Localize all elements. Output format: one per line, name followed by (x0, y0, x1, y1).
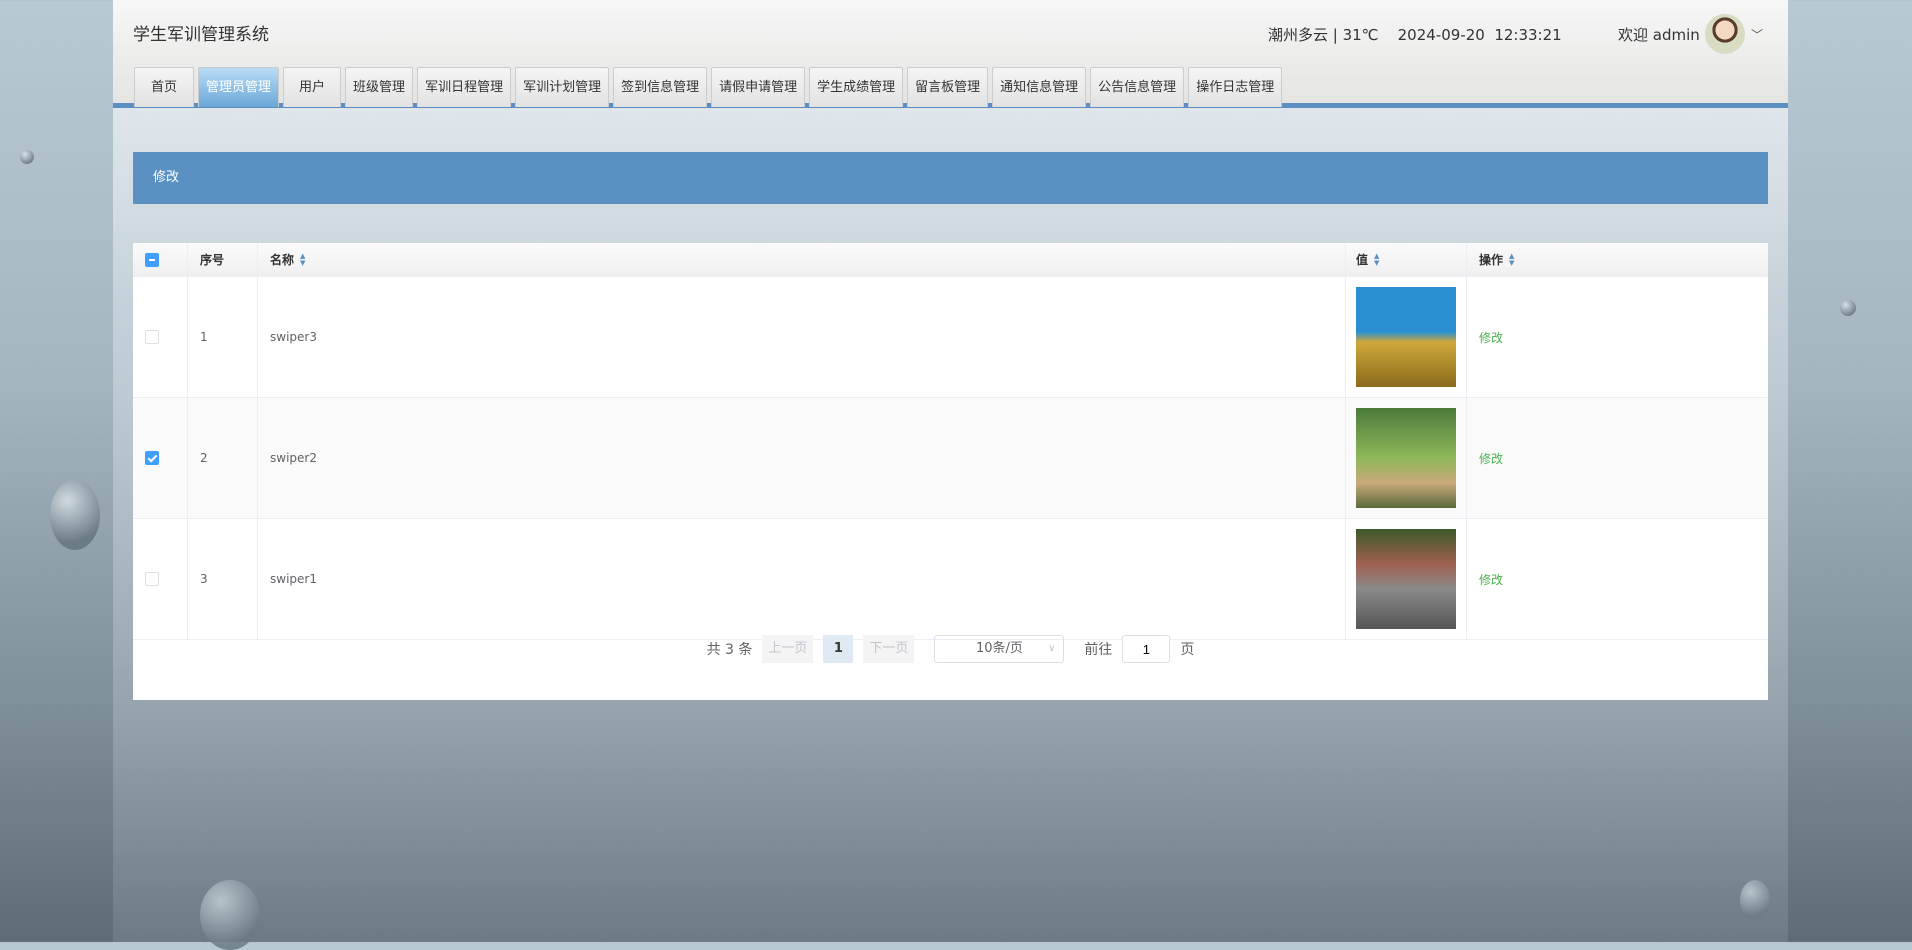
tab-1[interactable]: 管理员管理 (198, 67, 280, 107)
tab-12[interactable]: 操作日志管理 (1188, 67, 1283, 107)
tab-11[interactable]: 公告信息管理 (1090, 67, 1185, 107)
avatar[interactable] (1705, 14, 1745, 54)
page-unit: 页 (1180, 642, 1195, 658)
row-name: swiper1 (270, 572, 317, 586)
pagination: 共 3 条 上一页 1 下一页 10条/页 ∨ 前往 页 (133, 635, 1768, 663)
prev-page-button[interactable]: 上一页 (762, 635, 814, 663)
weather-datetime: 潮州多云 | 31℃ 2024-09-20 12:33:21 (1268, 24, 1562, 45)
row-edit-link[interactable]: 修改 (1479, 450, 1503, 467)
goto-page-input[interactable] (1122, 635, 1171, 663)
datetime: 2024-09-20 12:33:21 (1397, 26, 1562, 44)
header: 学生军训管理系统 潮州多云 | 31℃ 2024-09-20 12:33:21 … (113, 0, 1788, 108)
column-action[interactable]: 操作 (1479, 251, 1503, 268)
tab-10[interactable]: 通知信息管理 (992, 67, 1087, 107)
row-checkbox[interactable] (145, 572, 159, 586)
tab-9[interactable]: 留言板管理 (907, 67, 989, 107)
row-image[interactable] (1356, 287, 1456, 387)
table-header: 序号 名称 ▲ ▼ 值 ▲ ▼ 操作 ▲ ▼ (133, 243, 1768, 277)
page-number[interactable]: 1 (823, 635, 854, 663)
row-edit-link[interactable]: 修改 (1479, 571, 1503, 588)
nav-tabs: 首页 管理员管理 用户 班级管理 军训日程管理 军训计划管理 签到信息管理 请假申请管理 学生成… (134, 67, 1283, 107)
sort-icon[interactable]: ▲ ▼ (300, 252, 305, 267)
row-name: swiper3 (270, 330, 317, 344)
row-index: 2 (200, 451, 208, 465)
tab-7[interactable]: 请假申请管理 (711, 67, 806, 107)
row-name: swiper2 (270, 451, 317, 465)
welcome-text: 欢迎 admin (1618, 26, 1700, 44)
total-count: 共 3 条 (706, 642, 753, 658)
tab-2[interactable]: 用户 (283, 67, 342, 107)
sort-icon[interactable]: ▲ ▼ (1374, 252, 1379, 267)
tab-0[interactable]: 首页 (134, 67, 195, 107)
table-row: 3 swiper1 修改 (133, 519, 1768, 640)
tab-3[interactable]: 班级管理 (345, 67, 414, 107)
row-index: 3 (200, 572, 208, 586)
chevron-down-icon: ∨ (1048, 643, 1056, 654)
column-name[interactable]: 名称 (270, 251, 294, 268)
page-size-value: 10条/页 (975, 641, 1023, 656)
column-value[interactable]: 值 (1356, 251, 1368, 268)
edit-button[interactable]: 修改 (153, 170, 179, 185)
row-image[interactable] (1356, 529, 1456, 629)
goto-label: 前往 (1084, 642, 1113, 658)
select-all-checkbox[interactable] (145, 252, 159, 267)
row-image[interactable] (1356, 408, 1456, 508)
next-page-button[interactable]: 下一页 (863, 635, 915, 663)
row-checkbox[interactable] (145, 451, 159, 465)
row-index: 1 (200, 330, 208, 344)
row-checkbox[interactable] (145, 330, 159, 344)
sort-icon[interactable]: ▲ ▼ (1509, 252, 1514, 267)
chevron-down-icon[interactable]: ﹀ (1751, 26, 1763, 43)
column-index: 序号 (200, 253, 225, 267)
table-row: 1 swiper3 修改 (133, 277, 1768, 398)
tab-4[interactable]: 军训日程管理 (417, 67, 512, 107)
app-title: 学生军训管理系统 (133, 25, 269, 45)
main-container: 学生军训管理系统 潮州多云 | 31℃ 2024-09-20 12:33:21 … (113, 0, 1788, 942)
tab-5[interactable]: 军训计划管理 (515, 67, 610, 107)
row-edit-link[interactable]: 修改 (1479, 329, 1503, 346)
tab-6[interactable]: 签到信息管理 (613, 67, 708, 107)
table-row: 2 swiper2 修改 (133, 398, 1768, 519)
tab-8[interactable]: 学生成绩管理 (809, 67, 904, 107)
action-bar: 修改 (133, 152, 1768, 204)
weather: 潮州多云 | 31℃ (1268, 26, 1379, 44)
page-size-select[interactable]: 10条/页 ∨ (934, 635, 1065, 663)
data-table: 序号 名称 ▲ ▼ 值 ▲ ▼ 操作 ▲ ▼ 1 swiper3 修改 2 swiper2 … (133, 243, 1768, 700)
